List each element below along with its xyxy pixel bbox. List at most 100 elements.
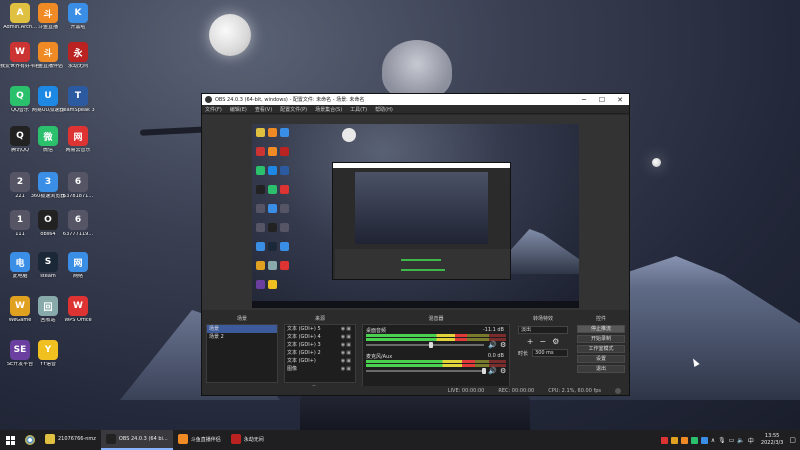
visibility-lock-icons[interactable]: ◉▣ (341, 325, 352, 333)
preview-icon (280, 204, 289, 213)
speaker-icon[interactable]: 🔊 (488, 367, 497, 375)
desktop-icon[interactable]: W WPS Office (58, 296, 98, 324)
live-status: LIVE: 00:00:00 (447, 387, 485, 394)
clock-date: 2022/3/3 (760, 440, 784, 446)
source-item[interactable]: 图像 ◉▣ (285, 365, 355, 373)
minimize-icon[interactable]: ─ (575, 96, 593, 104)
notification-icon[interactable]: ▢ (789, 436, 796, 444)
menu-profile[interactable]: 配置文件(P) (280, 106, 307, 113)
network-icon[interactable]: ▭ (729, 437, 735, 444)
desktop-icon[interactable]: K 开黑啦 (58, 3, 98, 31)
taskbar-app[interactable]: 斗鱼直播伴侣 (173, 430, 226, 450)
microphone-icon[interactable]: 🎙 (718, 437, 726, 444)
remove-transition-icon[interactable]: − (539, 337, 546, 346)
taskbar-app[interactable]: 永劫无间 (226, 430, 269, 450)
taskbar: 21076766-nmz OBS 24.0.3 (64 bi... 斗鱼直播伴侣 永劫… (0, 430, 800, 450)
desktop-icon-label: 63777119... (62, 232, 94, 237)
taskbar-app[interactable]: 21076766-nmz (40, 430, 101, 450)
start-recording-button[interactable]: 开始录制 (577, 335, 625, 343)
visibility-lock-icons[interactable]: ◉▣ (341, 333, 352, 341)
volume-icon[interactable]: 🔈 (737, 437, 744, 444)
volume-slider[interactable] (366, 342, 484, 348)
source-item[interactable]: 文本 (GDI+) 4 ◉▣ (285, 333, 355, 341)
menu-tools[interactable]: 工具(T) (350, 106, 367, 113)
app-icon: W (68, 296, 88, 316)
chevron-up-icon[interactable]: ∧ (711, 437, 715, 444)
sources-list[interactable]: 文本 (GDI+) 5 ◉▣ 文本 (GDI+) 4 ◉▣ 文本 (GDI+) 3 ◉… (284, 324, 356, 383)
preview-icon (256, 261, 265, 270)
meter-fill (366, 334, 467, 337)
visibility-lock-icons[interactable]: ◉▣ (341, 341, 352, 349)
volume-slider[interactable] (366, 368, 486, 374)
menu-help[interactable]: 帮助(H) (375, 106, 393, 113)
gear-icon[interactable]: ⚙ (500, 341, 506, 349)
menu-edit[interactable]: 编辑(E) (230, 106, 247, 113)
stop-streaming-button[interactable]: 停止推流 (577, 325, 625, 333)
scene-item[interactable]: 场景 2 (207, 333, 277, 341)
wallpaper-sword (139, 126, 211, 136)
desktop-icon-label: 永劫无间 (67, 64, 88, 69)
scene-item[interactable]: 场景 (207, 325, 277, 333)
source-item[interactable]: 文本 (GDI+) ◉▣ (285, 357, 355, 365)
preview-icon (256, 223, 265, 232)
duration-input[interactable]: 300 ms (532, 349, 568, 357)
preview-canvas[interactable] (252, 124, 579, 308)
desktop-icon[interactable]: 6 63777119... (58, 210, 98, 238)
taskbar-app-icon (45, 434, 55, 444)
source-item[interactable]: 文本 (GDI+) 2 ◉▣ (285, 349, 355, 357)
desktop-icon[interactable]: 永永劫无间 (58, 42, 98, 70)
source-label: 图像 (287, 366, 298, 372)
exit-button[interactable]: 退出 (577, 365, 625, 373)
ime-icon[interactable]: 中 (748, 436, 754, 445)
desktop-icon[interactable]: 6 63781871... (58, 172, 98, 200)
tray-app-icon[interactable] (700, 436, 708, 444)
taskbar-app[interactable]: OBS 24.0.3 (64 bi... (100, 430, 173, 450)
tray-app-icon[interactable] (660, 436, 668, 444)
scenes-list[interactable]: 场景 场景 2 (206, 324, 278, 383)
desktop-icon[interactable]: 网网络 (58, 252, 98, 280)
app-icon: O (38, 210, 58, 230)
nested-meter (401, 259, 441, 261)
start-button[interactable] (0, 430, 20, 450)
clock[interactable]: 13:55 2022/3/3 (761, 433, 783, 447)
tray-app-icon[interactable] (670, 436, 678, 444)
volume-meter (366, 334, 506, 337)
nested-preview (355, 172, 488, 244)
obs-menu-bar: 文件(F) 编辑(E) 查看(V) 配置文件(P) 场景集合(S) 工具(T) … (202, 105, 629, 114)
add-transition-icon[interactable]: + (527, 337, 534, 346)
small-moon (652, 158, 661, 167)
settings-button[interactable]: 设置 (577, 355, 625, 363)
obs-window[interactable]: OBS 24.0.3 (64-bit, windows) - 配置文件: 未命名… (201, 93, 630, 396)
speaker-icon[interactable]: 🔊 (488, 341, 497, 349)
visibility-lock-icons[interactable]: ◉▣ (341, 365, 352, 373)
visibility-lock-icons[interactable]: ◉▣ (341, 357, 352, 365)
transition-type[interactable]: 淡出 (518, 326, 568, 334)
app-icon: SE (10, 340, 30, 360)
maximize-icon[interactable]: ☐ (593, 96, 611, 104)
studio-mode-button[interactable]: 工作室模式 (577, 345, 625, 353)
app-icon: 斗 (38, 42, 58, 62)
obs-title-bar[interactable]: OBS 24.0.3 (64-bit, windows) - 配置文件: 未命名… (202, 94, 629, 105)
close-icon[interactable]: ✕ (611, 96, 629, 104)
visibility-lock-icons[interactable]: ◉▣ (341, 349, 352, 357)
browser-taskbar-icon[interactable] (20, 430, 40, 450)
tray-app-icon[interactable] (690, 436, 698, 444)
menu-scene-collection[interactable]: 场景集合(S) (315, 106, 342, 113)
desktop-icon[interactable]: 网网易云音乐 (58, 126, 98, 154)
desktop-icon[interactable]: Y YY语音 (28, 340, 68, 368)
nested-meter (401, 269, 445, 271)
desktop-icon[interactable]: T TeamSpeak 3 (58, 86, 98, 114)
transition-settings-icon[interactable]: ⚙ (552, 337, 559, 346)
transition-select[interactable]: 淡出 (518, 326, 568, 334)
slider-knob[interactable] (428, 342, 433, 348)
app-icon: Q (10, 126, 30, 146)
gear-icon[interactable]: ⚙ (500, 367, 506, 375)
slider-knob[interactable] (482, 368, 486, 374)
duration-row: 时长 300 ms (518, 349, 568, 357)
menu-file[interactable]: 文件(F) (205, 106, 222, 113)
source-item[interactable]: 文本 (GDI+) 3 ◉▣ (285, 341, 355, 349)
scenes-header: 场景 (236, 316, 247, 322)
tray-app-icon[interactable] (680, 436, 688, 444)
source-item[interactable]: 文本 (GDI+) 5 ◉▣ (285, 325, 355, 333)
menu-view[interactable]: 查看(V) (255, 106, 272, 113)
